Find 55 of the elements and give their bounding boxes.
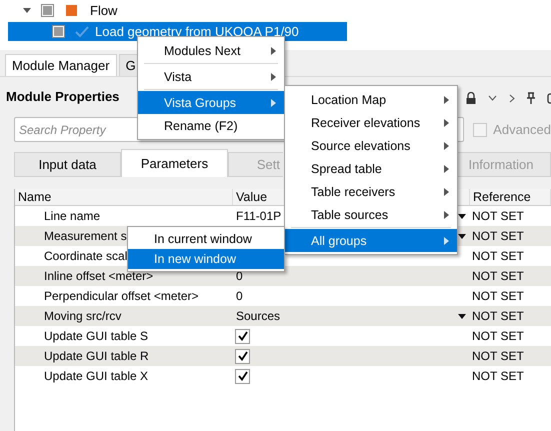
menu-item[interactable]: All groups — [285, 229, 457, 252]
chevron-right-icon[interactable] — [509, 94, 515, 102]
table-cell: Line name — [44, 209, 100, 223]
table-cell: Update GUI table S — [44, 329, 148, 343]
checkbox[interactable] — [41, 4, 54, 17]
column-header[interactable]: Name — [18, 190, 52, 204]
table-cell: Inline offset <meter> — [44, 269, 154, 283]
menu-item[interactable]: Location Map — [285, 88, 457, 111]
tree-item[interactable]: Flow — [90, 3, 118, 18]
lock-icon[interactable] — [466, 92, 476, 104]
column-header[interactable]: Reference — [473, 190, 531, 204]
check-icon — [75, 26, 89, 38]
panel-title: Module Properties — [5, 89, 120, 106]
table-cell: Coordinate scal — [44, 249, 128, 263]
table-cell: Perpendicular offset <meter> — [44, 289, 199, 303]
menu-item[interactable]: Vista Groups — [138, 91, 284, 114]
table-cell: 0 — [236, 269, 243, 283]
tab[interactable]: Module Manager — [5, 54, 117, 76]
table-cell-text: NOT SET — [471, 269, 525, 283]
menu-item[interactable]: In current window — [128, 229, 284, 249]
table-cell-text: NOT SET — [471, 369, 525, 383]
table-cell: Update GUI table X — [44, 369, 148, 383]
menu-item[interactable]: Receiver elevations — [285, 111, 457, 134]
collapse-arrow-icon[interactable] — [23, 8, 31, 13]
menu-item[interactable]: Rename (F2) — [138, 114, 284, 137]
table-cell: Measurement s — [44, 229, 127, 243]
tab[interactable]: Input data — [14, 152, 121, 177]
column-header[interactable]: Value — [236, 190, 268, 204]
table-cell: 0 — [236, 289, 243, 303]
checkbox[interactable] — [235, 348, 250, 364]
table-cell-text: NOT SET — [471, 229, 525, 243]
menu-item[interactable]: In new window — [128, 249, 284, 269]
checkbox[interactable] — [235, 368, 250, 384]
tab[interactable]: Parameters — [121, 149, 228, 177]
dropdown-arrow-icon[interactable] — [458, 314, 466, 318]
menu-item[interactable]: Table sources — [285, 203, 457, 226]
table-cell-text: NOT SET — [471, 249, 525, 263]
checkbox[interactable] — [52, 25, 65, 38]
table-cell: Update GUI table R — [44, 349, 149, 363]
table-cell-text: NOT SET — [471, 309, 525, 323]
dropdown-value[interactable]: F11-01P — [236, 209, 282, 223]
dropdown-arrow-icon[interactable] — [458, 214, 466, 218]
dropdown-arrow-icon[interactable] — [458, 234, 466, 238]
table-cell-text: NOT SET — [471, 329, 525, 343]
menu-item[interactable]: Table receivers — [285, 180, 457, 203]
table-cell-text: NOT SET — [471, 209, 525, 223]
checkbox-label: Advanced — [493, 122, 551, 137]
table-cell: Moving src/rcv — [44, 309, 122, 323]
table-cell-text: NOT SET — [471, 289, 525, 303]
table-cell-text: NOT SET — [471, 349, 525, 363]
checkbox[interactable] — [235, 328, 250, 344]
square-icon — [66, 5, 77, 16]
chevron-down-icon[interactable] — [488, 95, 497, 101]
dropdown-value[interactable]: Sources — [236, 309, 280, 323]
pin-icon[interactable] — [527, 92, 535, 104]
